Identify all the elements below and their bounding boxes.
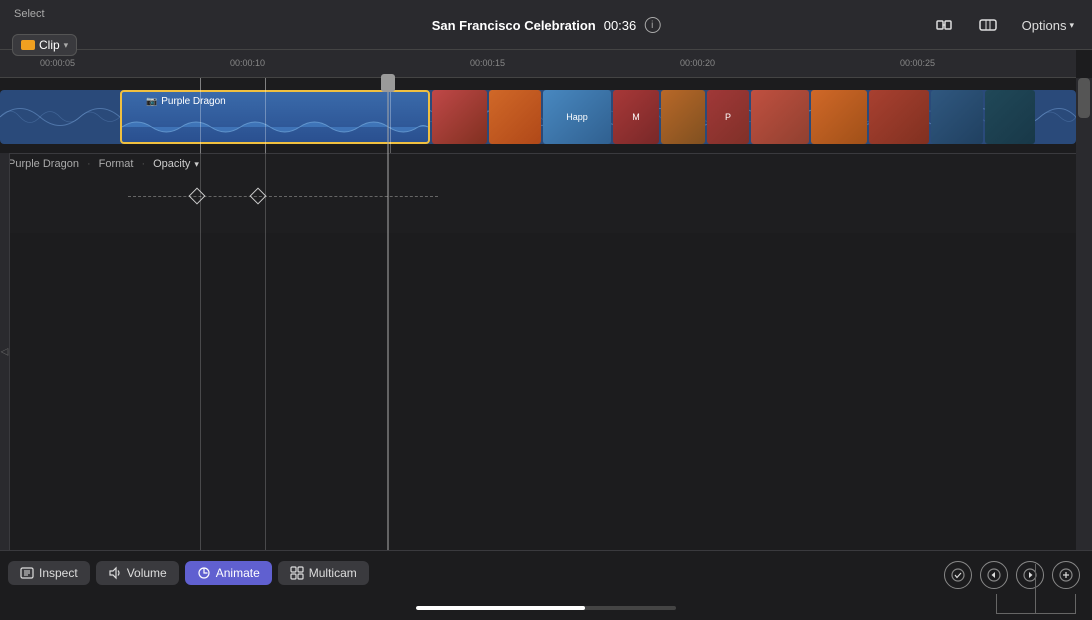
keyframe-bracket [996, 594, 1076, 614]
keyframe-area: Purple Dragon · Format · Opacity ▾ [0, 153, 1076, 233]
opacity-label: Opacity [153, 158, 190, 170]
list-item[interactable] [661, 90, 705, 144]
bottom-right-buttons [944, 561, 1080, 589]
clip-label: Clip [39, 38, 60, 52]
timeline-tracks-wrapper: 📷 Purple Dragon Happ M P [0, 78, 1076, 153]
scrollbar-thumb[interactable] [1078, 78, 1090, 118]
selected-clip-waveform [122, 112, 428, 142]
add-keyframe-icon [1059, 568, 1073, 582]
keyframe-label-row: Purple Dragon · Format · Opacity ▾ [8, 158, 199, 170]
multicam-icon [290, 566, 304, 580]
list-item[interactable]: P [707, 90, 749, 144]
list-item[interactable] [751, 90, 809, 144]
keyframe-diamond-2[interactable] [250, 188, 267, 205]
progress-bar-fill [416, 606, 585, 610]
checkmark-icon [951, 568, 965, 582]
multicam-label: Multicam [309, 566, 357, 580]
chevron-down-icon: ▾ [64, 40, 69, 51]
inspect-icon [20, 566, 34, 580]
left-edge-indicator: ◁ [0, 153, 10, 550]
info-icon[interactable]: i [644, 17, 660, 33]
selected-clip-label: 📷 Purple Dragon [146, 96, 226, 107]
prev-keyframe-icon [987, 568, 1001, 582]
clip-label-p: P [707, 90, 749, 144]
list-item[interactable]: M [613, 90, 659, 144]
list-item[interactable] [811, 90, 867, 144]
camera-icon: 📷 [146, 96, 157, 107]
animate-label: Animate [216, 566, 260, 580]
playhead-line [388, 92, 389, 550]
separator-2: · [141, 158, 145, 170]
list-item[interactable] [985, 90, 1035, 144]
keyframe-diamond-1[interactable] [189, 188, 206, 205]
list-item[interactable] [489, 90, 541, 144]
project-title: San Francisco Celebration [432, 18, 596, 33]
volume-label: Volume [127, 566, 167, 580]
timeline-container: 00:00:05 00:00:10 00:00:15 00:00:20 00:0… [0, 50, 1092, 550]
inspect-label: Inspect [39, 566, 78, 580]
selected-clip[interactable]: 📷 Purple Dragon [120, 90, 430, 144]
options-button[interactable]: Options ▾ [1016, 14, 1080, 37]
list-item[interactable]: Happ [543, 90, 611, 144]
title-area: San Francisco Celebration 00:36 i [432, 0, 661, 50]
separator-1: · [87, 158, 91, 170]
multicam-button[interactable]: Multicam [278, 561, 369, 585]
keyframe-dashed-line [128, 196, 438, 197]
keyframe-track [8, 184, 1068, 208]
options-chevron-icon: ▾ [1069, 20, 1074, 31]
done-button[interactable] [944, 561, 972, 589]
timecode-ruler: 00:00:05 00:00:10 00:00:15 00:00:20 00:0… [0, 50, 1076, 78]
snap-button[interactable] [928, 11, 960, 39]
progress-bar-container [416, 606, 676, 610]
opacity-chevron-icon: ▾ [194, 159, 199, 170]
clip-icon [21, 40, 35, 50]
opacity-dropdown[interactable]: Opacity ▾ [153, 158, 199, 170]
toolbar-right: Options ▾ [928, 0, 1080, 50]
animate-button[interactable]: Animate [185, 561, 272, 585]
add-keyframe-button[interactable] [1052, 561, 1080, 589]
clip-selector[interactable]: Clip ▾ [12, 34, 77, 56]
keyframe-vertical-indicator [1035, 564, 1036, 614]
scrollbar-vertical[interactable] [1076, 78, 1092, 550]
volume-button[interactable]: Volume [96, 561, 179, 585]
animate-icon [197, 566, 211, 580]
list-item[interactable] [869, 90, 929, 144]
left-edge-arrow: ◁ [1, 346, 9, 357]
options-label: Options [1022, 18, 1067, 33]
timecode-display: 00:36 [604, 18, 637, 33]
trim-button[interactable] [972, 11, 1004, 39]
top-toolbar: Select Clip ▾ San Francisco Celebration … [0, 0, 1092, 50]
playhead-handle[interactable] [381, 74, 395, 92]
snap-icon [934, 15, 954, 35]
ruler-mark-4: 00:00:20 [680, 58, 715, 68]
clip-label-happ: Happ [543, 90, 611, 144]
keyframe-clip-label: Purple Dragon [8, 158, 79, 170]
ruler-mark-1: 00:00:05 [40, 58, 75, 68]
select-label: Select [14, 8, 45, 20]
volume-icon [108, 566, 122, 580]
bottom-toolbar: Inspect Volume Animate Multicam [0, 550, 1092, 620]
clip-label-m: M [613, 90, 659, 144]
list-item[interactable] [432, 90, 487, 144]
inspect-button[interactable]: Inspect [8, 561, 90, 585]
trim-icon [978, 15, 998, 35]
prev-keyframe-button[interactable] [980, 561, 1008, 589]
ruler-mark-2: 00:00:10 [230, 58, 265, 68]
format-label: Format [99, 158, 134, 170]
next-keyframe-button[interactable] [1016, 561, 1044, 589]
ruler-mark-5: 00:00:25 [900, 58, 935, 68]
list-item[interactable] [931, 90, 983, 144]
clip-strip: Happ M P [432, 90, 1076, 144]
ruler-mark-3: 00:00:15 [470, 58, 505, 68]
